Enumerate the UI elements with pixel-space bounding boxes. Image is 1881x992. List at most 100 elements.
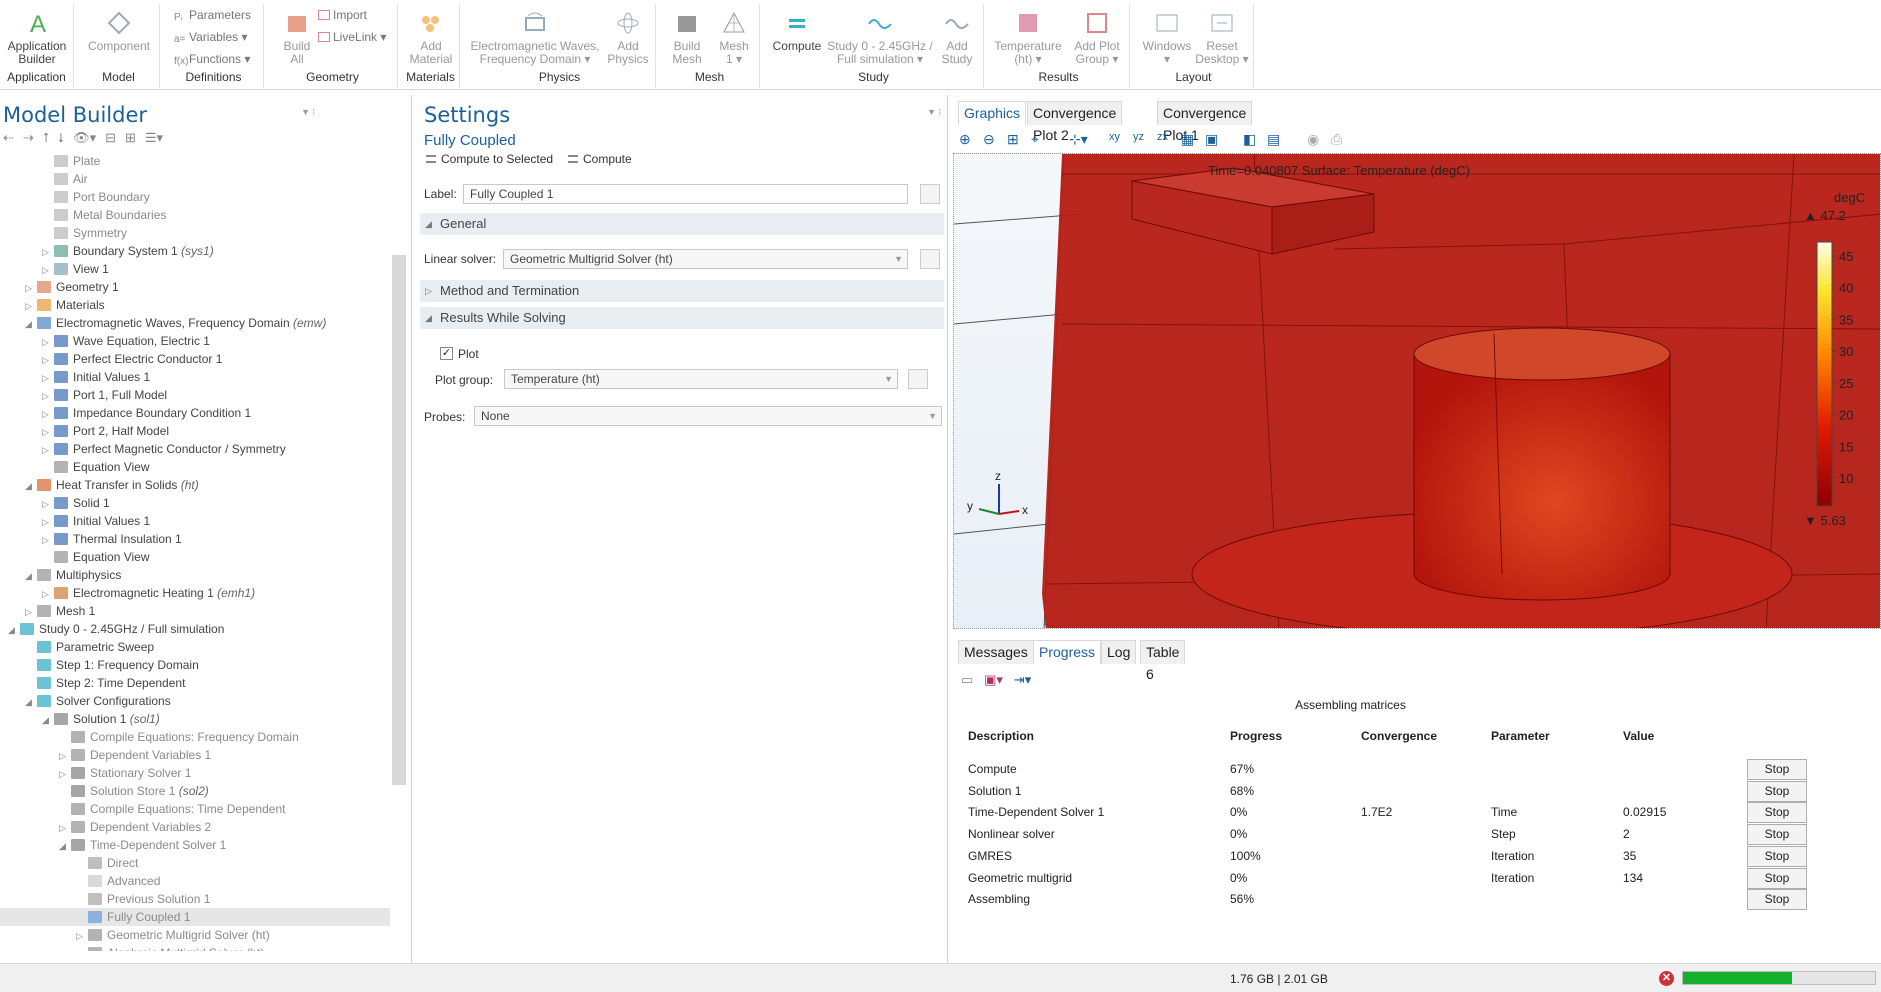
temperature-plot-button[interactable]: Temperature (ht) ▾: [992, 10, 1064, 66]
tree-node[interactable]: ▷ Thermal Insulation 1: [0, 530, 390, 548]
tree-node[interactable]: Symmetry: [0, 224, 390, 242]
tree-node[interactable]: ▷ Materials: [0, 296, 390, 314]
tree-node[interactable]: Plate: [0, 153, 390, 170]
add-plot-group-button[interactable]: Add Plot Group ▾: [1068, 10, 1126, 66]
export-icon[interactable]: ⇥▾: [1014, 672, 1031, 687]
collapse-arrow-icon[interactable]: ◢: [25, 477, 37, 495]
plot-group-goto-button[interactable]: [908, 369, 928, 389]
tree-node[interactable]: ▷ Wave Equation, Electric 1: [0, 332, 390, 350]
tree-node[interactable]: Compile Equations: Frequency Domain: [0, 728, 390, 746]
tree-node[interactable]: Parametric Sweep: [0, 638, 390, 656]
expand-arrow-icon[interactable]: ▷: [42, 423, 54, 441]
tree-node[interactable]: ▷ Perfect Electric Conductor 1: [0, 350, 390, 368]
view-toggle-icon[interactable]: ▣: [1205, 131, 1218, 148]
add-material-button[interactable]: Add Material: [404, 10, 458, 66]
expand-arrow-icon[interactable]: ▷: [42, 495, 54, 513]
functions-button[interactable]: f(x)Functions ▾: [174, 52, 250, 67]
tree-node[interactable]: ▷ Electromagnetic Heating 1 (emh1): [0, 584, 390, 602]
expand-arrow-icon[interactable]: ▷: [42, 405, 54, 423]
table-view-icon[interactable]: ▭: [961, 672, 973, 687]
tree-node[interactable]: ▷ Geometry 1: [0, 278, 390, 296]
tree-node[interactable]: Air: [0, 170, 390, 188]
pane-menu-icon[interactable]: ▼ ⁞: [927, 107, 941, 117]
tree-node[interactable]: ▷ Impedance Boundary Condition 1: [0, 404, 390, 422]
yz-view-icon[interactable]: yz: [1133, 131, 1144, 143]
tree-node[interactable]: Metal Boundaries: [0, 206, 390, 224]
livelink-button[interactable]: LiveLink ▾: [318, 30, 386, 44]
tree-node[interactable]: ▷ Algebraic Multigrid Solver (ht): [0, 944, 390, 951]
build-all-button[interactable]: Build All: [272, 10, 322, 66]
plot-group-select[interactable]: Temperature (ht) ▼: [504, 369, 898, 389]
show-icon[interactable]: 👁▾: [73, 130, 96, 145]
collapse-arrow-icon[interactable]: ◢: [25, 693, 37, 711]
tree-node[interactable]: ▷ Dependent Variables 1: [0, 746, 390, 764]
stop-button[interactable]: Stop: [1747, 845, 1807, 867]
collapse-arrow-icon[interactable]: ◢: [59, 837, 71, 855]
expand-all-icon[interactable]: ⊞: [125, 130, 136, 145]
section-results-while-solving[interactable]: ◢ Results While Solving: [420, 307, 944, 329]
expand-arrow-icon[interactable]: ▷: [42, 351, 54, 369]
tree-node[interactable]: Step 1: Frequency Domain: [0, 656, 390, 674]
tab-convergence-plot-2[interactable]: Convergence Plot 2: [1027, 101, 1123, 143]
tree-node[interactable]: Previous Solution 1: [0, 890, 390, 908]
tree-node[interactable]: ◢ Electromagnetic Waves, Frequency Domain…: [0, 314, 390, 332]
tree-node[interactable]: Advanced: [0, 872, 390, 890]
parameters-button[interactable]: Pᵢ Parameters: [174, 8, 251, 23]
collapse-arrow-icon[interactable]: ◢: [25, 567, 37, 585]
stop-button[interactable]: Stop: [1747, 867, 1807, 889]
collapse-arrow-icon[interactable]: ◢: [8, 621, 20, 639]
linear-solver-goto-button[interactable]: [920, 249, 940, 269]
tree-node[interactable]: ▷ Initial Values 1: [0, 368, 390, 386]
move-up-icon[interactable]: ⭡: [43, 130, 49, 145]
zoom-out-icon[interactable]: ⊖: [983, 131, 995, 148]
expand-arrow-icon[interactable]: ▷: [42, 531, 54, 549]
application-builder-button[interactable]: A Application Builder: [2, 10, 72, 66]
grid-toggle-icon[interactable]: ▦: [1181, 131, 1194, 148]
expand-arrow-icon[interactable]: ▷: [42, 585, 54, 603]
linear-solver-select[interactable]: Geometric Multigrid Solver (ht) ▼: [503, 249, 908, 269]
tab-table-6[interactable]: Table 6: [1140, 640, 1186, 682]
tab-graphics[interactable]: Graphics: [958, 101, 1027, 125]
component-button[interactable]: Component: [84, 10, 154, 53]
tab-convergence-plot-1[interactable]: Convergence Plot 1: [1157, 101, 1253, 143]
collapse-arrow-icon[interactable]: ◢: [42, 711, 54, 729]
emw-physics-button[interactable]: Electromagnetic Waves, Frequency Domain …: [470, 10, 600, 66]
tab-log[interactable]: Log: [1101, 640, 1137, 664]
zoom-in-icon[interactable]: ⊕: [959, 131, 971, 148]
tree-node[interactable]: ▷ Perfect Magnetic Conductor / Symmetry: [0, 440, 390, 458]
expand-arrow-icon[interactable]: ▷: [42, 369, 54, 387]
expand-arrow-icon[interactable]: ▷: [59, 819, 71, 837]
collapse-arrow-icon[interactable]: ◢: [25, 315, 37, 333]
tree-node[interactable]: ◢ Solution 1 (sol1): [0, 710, 390, 728]
pane-menu-icon[interactable]: ▼ ⁞: [301, 107, 315, 117]
stop-button[interactable]: Stop: [1747, 780, 1807, 802]
plot-checkbox[interactable]: ✓: [440, 347, 453, 360]
zoom-box-icon[interactable]: ⊞: [1007, 131, 1019, 148]
back-arrow-icon[interactable]: ⇠: [3, 130, 14, 145]
tree-node[interactable]: ▷ Mesh 1: [0, 602, 390, 620]
tree-node[interactable]: Solution Store 1 (sol2): [0, 782, 390, 800]
reset-desktop-button[interactable]: Reset Desktop ▾: [1194, 10, 1250, 66]
compute-to-selected-button[interactable]: Compute to Selected: [426, 152, 553, 166]
tree-node[interactable]: ▷ Dependent Variables 2: [0, 818, 390, 836]
tree-node[interactable]: Compile Equations: Time Dependent: [0, 800, 390, 818]
mesh-button[interactable]: Mesh 1 ▾: [712, 10, 756, 66]
transparency-icon[interactable]: ◧: [1243, 131, 1256, 148]
forward-arrow-icon[interactable]: ⇢: [23, 130, 34, 145]
tree-node[interactable]: ◢ Heat Transfer in Solids (ht): [0, 476, 390, 494]
settings-compute-button[interactable]: Compute: [568, 152, 632, 166]
compute-button[interactable]: Compute: [768, 10, 826, 53]
tree-node[interactable]: ▷ View 1: [0, 260, 390, 278]
color-select-icon[interactable]: ▣▾: [984, 672, 1003, 687]
stop-button[interactable]: Stop: [1747, 889, 1807, 911]
tree-node[interactable]: Port Boundary: [0, 188, 390, 206]
label-reset-button[interactable]: [920, 184, 940, 204]
import-button[interactable]: Import: [318, 8, 367, 22]
expand-arrow-icon[interactable]: ▷: [25, 603, 37, 621]
label-input[interactable]: Fully Coupled 1: [463, 184, 908, 204]
tree-node[interactable]: ▷ Port 2, Half Model: [0, 422, 390, 440]
tree-node[interactable]: ▷ Stationary Solver 1: [0, 764, 390, 782]
tree-node[interactable]: ▷ Initial Values 1: [0, 512, 390, 530]
section-general[interactable]: ◢ General: [420, 213, 944, 235]
expand-arrow-icon[interactable]: ▷: [59, 747, 71, 765]
